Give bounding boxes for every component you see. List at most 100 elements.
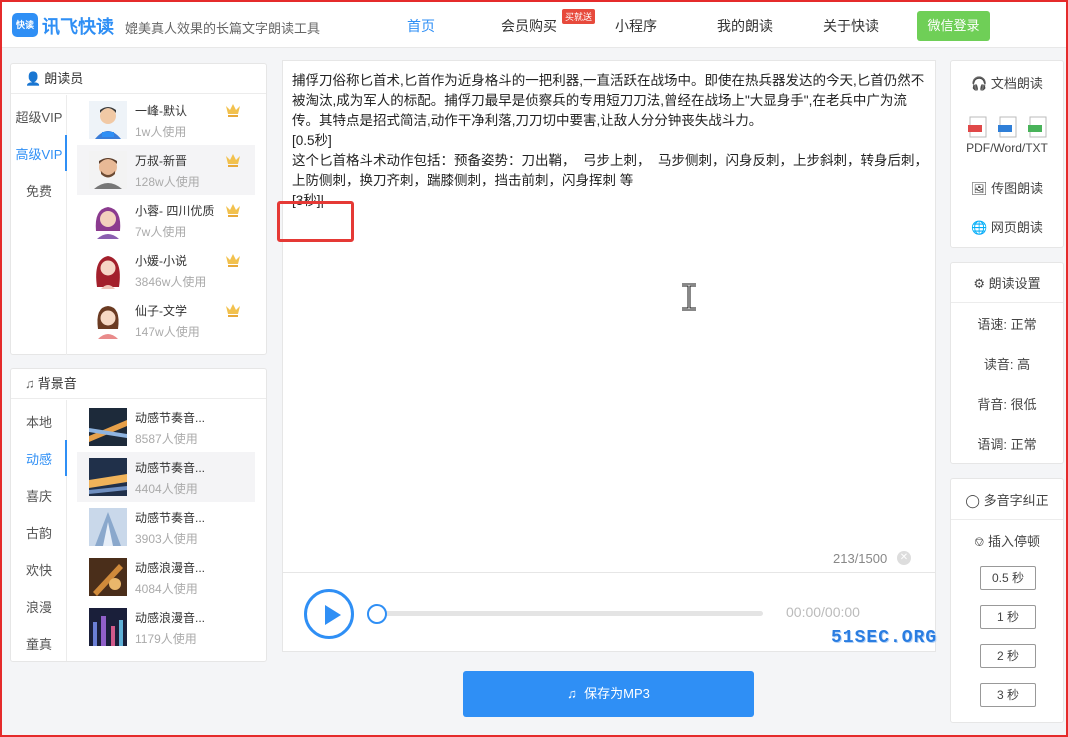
nav-membership[interactable]: 会员购买 bbox=[501, 16, 557, 36]
bgm-item[interactable]: 动感节奏音... 3903人使用 bbox=[77, 502, 255, 552]
tab-local[interactable]: 本地 bbox=[11, 412, 67, 431]
polyphone-icon: ◯ bbox=[965, 493, 980, 508]
read-settings-title: ⚙ 朗读设置 bbox=[951, 273, 1063, 303]
bgm-item[interactable]: 动感节奏音... 4404人使用 bbox=[77, 452, 255, 502]
play-button[interactable] bbox=[304, 589, 354, 639]
top-header: 快读 讯飞快读 媲美真人效果的长篇文字朗读工具 首页 会员购买 买就送 小程序 … bbox=[2, 2, 1066, 48]
doc-formats-label[interactable]: PDF/Word/TXT bbox=[951, 141, 1063, 155]
active-tab-indicator bbox=[65, 135, 67, 171]
tab-dynamic[interactable]: 动感 bbox=[11, 449, 67, 468]
clear-text-icon[interactable]: ✕ bbox=[897, 551, 911, 565]
bgm-cover-image bbox=[89, 508, 127, 546]
bg-volume-setting[interactable]: 背音: 很低 bbox=[951, 394, 1063, 413]
vip-crown-icon bbox=[226, 204, 240, 217]
bgm-item[interactable]: 动感节奏音... 8587人使用 bbox=[77, 402, 255, 452]
reader-item[interactable]: 小媛-小说 3846w人使用 bbox=[77, 245, 255, 295]
vip-crown-icon bbox=[226, 104, 240, 117]
reader-name: 仙子-文学 bbox=[135, 304, 187, 318]
globe-icon: 🌐 bbox=[971, 220, 988, 235]
txt-icon bbox=[1028, 116, 1047, 138]
editor-text[interactable]: 捕俘刀俗称匕首术,匕首作为近身格斗的一把利器,一直活跃在战场中。即使在热兵器发达… bbox=[292, 71, 928, 211]
playback-time: 00:00/00:00 bbox=[786, 604, 860, 620]
save-mp3-button[interactable]: ♫ 保存为MP3 bbox=[463, 671, 754, 717]
tab-senior-vip[interactable]: 高级VIP bbox=[11, 144, 67, 163]
music-note-icon: ♫ bbox=[567, 686, 577, 701]
reader-item[interactable]: 仙子-文学 147w人使用 bbox=[77, 295, 255, 345]
bgm-item[interactable]: 动感浪漫音... 1179人使用 bbox=[77, 602, 255, 652]
read-settings-panel: ⚙ 朗读设置 语速: 正常 读音: 高 背音: 很低 语调: 正常 bbox=[950, 262, 1064, 464]
tab-cheerful[interactable]: 欢快 bbox=[11, 560, 67, 579]
pause-2s-button[interactable]: 2 秒 bbox=[980, 644, 1036, 668]
reader-usage: 147w人使用 bbox=[135, 325, 200, 339]
bgm-usage: 3903人使用 bbox=[135, 532, 198, 546]
reader-name: 一峰-默认 bbox=[135, 104, 187, 118]
pause-0-5s-button[interactable]: 0.5 秒 bbox=[980, 566, 1036, 590]
reader-usage: 3846w人使用 bbox=[135, 275, 207, 289]
reader-item[interactable]: 一峰-默认 1w人使用 bbox=[77, 95, 255, 145]
polyphone-title[interactable]: ◯ 多音字纠正 bbox=[951, 490, 1063, 520]
bgm-cover-image bbox=[89, 608, 127, 646]
insert-pause-label: ⎊ 插入停顿 bbox=[973, 534, 1041, 549]
tab-festive[interactable]: 喜庆 bbox=[11, 486, 67, 505]
char-counter: 213/1500 bbox=[833, 551, 888, 566]
word-icon bbox=[998, 116, 1017, 138]
bgm-name: 动感节奏音... bbox=[135, 511, 206, 525]
tab-romantic[interactable]: 浪漫 bbox=[11, 597, 67, 616]
vip-crown-icon bbox=[226, 254, 240, 267]
tab-super-vip[interactable]: 超级VIP bbox=[11, 107, 67, 126]
reader-usage: 128w人使用 bbox=[135, 175, 200, 189]
wechat-login-button[interactable]: 微信登录 bbox=[917, 11, 990, 41]
nav-mini-program[interactable]: 小程序 bbox=[615, 16, 657, 36]
bgm-name: 动感节奏音... bbox=[135, 411, 206, 425]
user-icon: 👤 bbox=[25, 71, 42, 86]
avatar bbox=[89, 151, 127, 189]
music-note-icon: ♫ bbox=[25, 376, 35, 391]
bgm-title: 背景音 bbox=[37, 376, 77, 391]
app-slogan: 媲美真人效果的长篇文字朗读工具 bbox=[125, 21, 321, 36]
text-cursor-icon bbox=[682, 283, 696, 311]
save-mp3-label: 保存为MP3 bbox=[584, 686, 650, 701]
tab-free[interactable]: 免费 bbox=[11, 181, 67, 200]
doc-reading-title[interactable]: 🎧 文档朗读 bbox=[951, 73, 1063, 92]
bgm-panel-title: ♫ 背景音 bbox=[11, 369, 266, 399]
doc-reading-panel: 🎧 文档朗读 PDF/Word/TXT 🖼 传图朗读 🌐 网页朗读 bbox=[950, 60, 1064, 248]
progress-handle[interactable] bbox=[367, 604, 387, 624]
active-tab-indicator bbox=[65, 440, 67, 476]
reader-item[interactable]: 万叔-新晋 128w人使用 bbox=[77, 145, 255, 195]
tab-childlike[interactable]: 童真 bbox=[11, 634, 67, 653]
nav-my-readings[interactable]: 我的朗读 bbox=[717, 16, 773, 36]
logo-icon: 快读 bbox=[12, 13, 38, 37]
tone-setting[interactable]: 语调: 正常 bbox=[951, 434, 1063, 453]
bgm-tab-column: 本地 动感 喜庆 古韵 欢快 浪漫 童真 bbox=[11, 400, 67, 661]
bgm-name: 动感浪漫音... bbox=[135, 561, 206, 575]
speed-setting[interactable]: 语速: 正常 bbox=[951, 314, 1063, 333]
nav-home[interactable]: 首页 bbox=[407, 16, 435, 36]
bgm-cover-image bbox=[89, 558, 127, 596]
reader-name: 小蓉- 四川优质 bbox=[135, 204, 215, 218]
bgm-usage: 4404人使用 bbox=[135, 482, 198, 496]
reader-name: 小媛-小说 bbox=[135, 254, 187, 268]
avatar bbox=[89, 251, 127, 289]
bgm-panel: ♫ 背景音 本地 动感 喜庆 古韵 欢快 浪漫 童真 动感节奏音... 8587人… bbox=[10, 368, 267, 662]
pause-insert-icon: ⎊ bbox=[973, 534, 985, 549]
text-editor[interactable]: 捕俘刀俗称匕首术,匕首作为近身格斗的一把利器,一直活跃在战场中。即使在热兵器发达… bbox=[282, 60, 936, 572]
bgm-cover-image bbox=[89, 458, 127, 496]
progress-track[interactable] bbox=[377, 611, 763, 616]
readers-title: 朗读员 bbox=[44, 71, 84, 86]
web-reading-link[interactable]: 🌐 网页朗读 bbox=[951, 217, 1063, 236]
bgm-item[interactable]: 动感浪漫音... 4084人使用 bbox=[77, 552, 255, 602]
pause-1s-button[interactable]: 1 秒 bbox=[980, 605, 1036, 629]
pause-3s-button[interactable]: 3 秒 bbox=[980, 683, 1036, 707]
headphones-icon: 🎧 bbox=[971, 76, 988, 91]
nav-about[interactable]: 关于快读 bbox=[823, 16, 879, 36]
image-reading-link[interactable]: 🖼 传图朗读 bbox=[951, 178, 1063, 197]
vip-crown-icon bbox=[226, 304, 240, 317]
tab-classical[interactable]: 古韵 bbox=[11, 523, 67, 542]
pitch-setting[interactable]: 读音: 高 bbox=[951, 354, 1063, 373]
watermark: 51SEC.ORG bbox=[831, 628, 938, 648]
reader-item[interactable]: 小蓉- 四川优质 7w人使用 bbox=[77, 195, 255, 245]
bgm-usage: 8587人使用 bbox=[135, 432, 198, 446]
app-name[interactable]: 讯飞快读 bbox=[42, 13, 114, 39]
promo-badge: 买就送 bbox=[562, 9, 596, 24]
pdf-icon bbox=[968, 116, 987, 138]
